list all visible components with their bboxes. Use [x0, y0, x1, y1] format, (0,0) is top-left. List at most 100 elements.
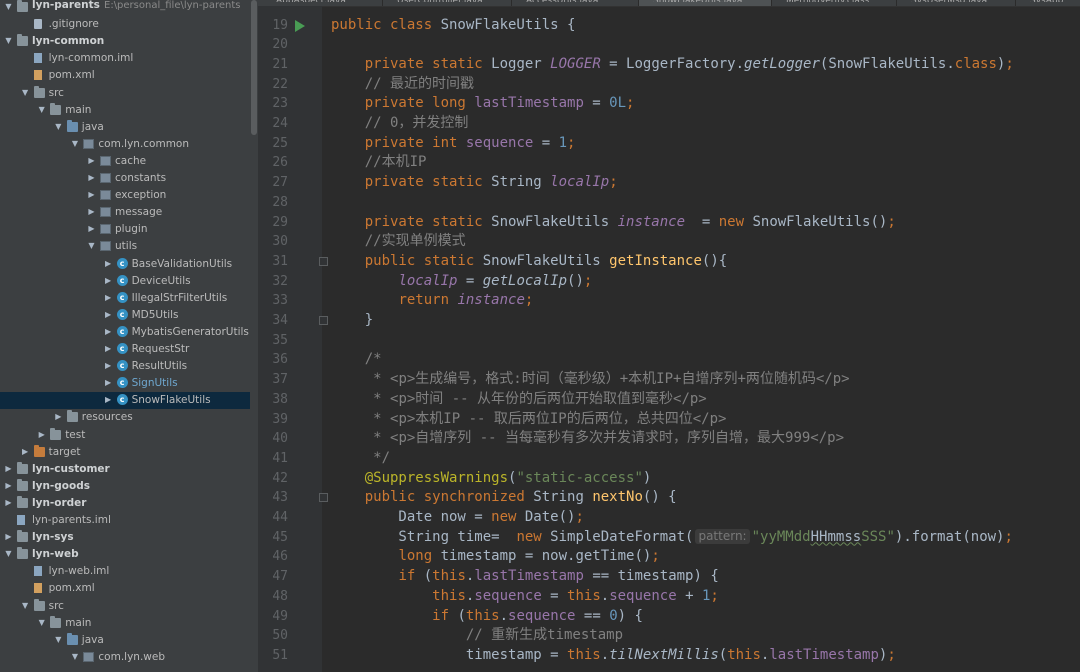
collapsed-arrow-icon[interactable]: ▶: [87, 172, 96, 184]
tree-item[interactable]: lyn-common.iml: [0, 50, 250, 67]
run-class-icon[interactable]: [295, 20, 305, 32]
folder-icon: [50, 427, 62, 440]
tree-scrollbar-thumb[interactable]: [251, 0, 257, 135]
class-icon: c: [116, 360, 128, 372]
tree-item[interactable]: lyn-parents.iml: [0, 512, 250, 529]
line-number: 35: [272, 332, 288, 348]
collapsed-arrow-icon[interactable]: ▶: [104, 258, 113, 270]
tree-item[interactable]: ▼ com.lyn.web: [0, 649, 250, 666]
expanded-arrow-icon[interactable]: ▼: [4, 1, 13, 13]
tree-item[interactable]: ▶ c IllegalStrFilterUtils: [0, 290, 250, 307]
code-token: */: [373, 449, 391, 466]
module-folder-icon: [17, 0, 28, 12]
tree-item[interactable]: ▶ target: [0, 444, 250, 461]
tree-scrollbar[interactable]: [250, 0, 258, 672]
collapsed-arrow-icon[interactable]: ▶: [104, 343, 113, 355]
tree-item[interactable]: ▼ lyn-common: [0, 33, 250, 50]
tree-item[interactable]: ▶ c MD5Utils: [0, 307, 250, 324]
expanded-arrow-icon[interactable]: ▼: [21, 87, 30, 99]
collapsed-arrow-icon[interactable]: ▶: [104, 326, 113, 338]
tree-item[interactable]: ▼ utils: [0, 238, 250, 255]
tree-item[interactable]: lyn-web.iml: [0, 563, 250, 580]
collapsed-arrow-icon[interactable]: ▶: [21, 446, 30, 458]
tree-item-label: lyn-sys: [32, 531, 74, 544]
code-line: */: [331, 449, 390, 469]
collapsed-arrow-icon[interactable]: ▶: [104, 377, 113, 389]
tree-item[interactable]: ▼ lyn-web: [0, 546, 250, 563]
tree-item[interactable]: ▶ c ResultUtils: [0, 358, 250, 375]
collapsed-arrow-icon[interactable]: ▶: [104, 292, 113, 304]
tree-item[interactable]: ▶ constants: [0, 170, 250, 187]
tree-item[interactable]: ▶ resources: [0, 409, 250, 426]
editor-tab-label: SysApp: [1016, 0, 1080, 2]
tree-item[interactable]: ▶ plugin: [0, 221, 250, 238]
collapsed-arrow-icon[interactable]: ▶: [4, 480, 13, 492]
tree-item[interactable]: ▶ lyn-goods: [0, 478, 250, 495]
expanded-arrow-icon[interactable]: ▼: [37, 104, 46, 116]
code-token: sequence: [508, 607, 576, 624]
collapsed-arrow-icon[interactable]: ▶: [104, 394, 113, 406]
line-number: 19: [272, 17, 288, 33]
tree-item[interactable]: ▶ lyn-order: [0, 495, 250, 512]
class-icon: c: [116, 377, 128, 389]
code-token: this: [432, 568, 466, 585]
collapsed-arrow-icon[interactable]: ▶: [104, 275, 113, 287]
tree-item[interactable]: ▶ c BaseValidationUtils: [0, 256, 250, 273]
collapsed-arrow-icon[interactable]: ▶: [104, 309, 113, 321]
tree-item[interactable]: ▶ lyn-customer: [0, 461, 250, 478]
fold-marker-icon[interactable]: [319, 256, 328, 266]
expanded-arrow-icon[interactable]: ▼: [21, 600, 30, 612]
tree-item[interactable]: ▼ main: [0, 102, 250, 119]
tree-item[interactable]: ▼ lyn-parents E:\personal_file\lyn-parents: [0, 0, 250, 16]
collapsed-arrow-icon[interactable]: ▶: [4, 497, 13, 509]
collapsed-arrow-icon[interactable]: ▶: [87, 223, 96, 235]
code-token: new: [516, 528, 551, 545]
fold-marker-icon[interactable]: [319, 316, 328, 325]
package-icon: [100, 190, 111, 201]
class-icon: c: [116, 274, 128, 286]
tree-item[interactable]: pom.xml: [0, 580, 250, 597]
collapsed-arrow-icon[interactable]: ▶: [54, 411, 63, 423]
collapsed-arrow-icon[interactable]: ▶: [87, 155, 96, 167]
tree-item[interactable]: ▶ c SignUtils: [0, 375, 250, 392]
expanded-arrow-icon[interactable]: ▼: [54, 121, 63, 133]
expanded-arrow-icon[interactable]: ▼: [70, 138, 79, 150]
tree-item[interactable]: ▼ src: [0, 85, 250, 102]
collapsed-arrow-icon[interactable]: ▶: [4, 463, 13, 475]
tree-item[interactable]: ▶ c RequestStr: [0, 341, 250, 358]
tree-item[interactable]: ▶ message: [0, 204, 250, 221]
collapsed-arrow-icon[interactable]: ▶: [4, 531, 13, 543]
collapsed-arrow-icon[interactable]: ▶: [104, 360, 113, 372]
expanded-arrow-icon[interactable]: ▼: [87, 240, 96, 252]
expanded-arrow-icon[interactable]: ▼: [54, 634, 63, 646]
tree-item[interactable]: ▶ cache: [0, 153, 250, 170]
tree-item[interactable]: ▶ test: [0, 427, 250, 444]
package-icon: [100, 224, 111, 235]
tree-item[interactable]: ▶ exception: [0, 187, 250, 204]
tree-item[interactable]: ▼ src: [0, 598, 250, 615]
tree-item[interactable]: ▼ com.lyn.common: [0, 136, 250, 153]
tree-item[interactable]: ▶ c MybatisGeneratorUtils: [0, 324, 250, 341]
collapsed-arrow-icon[interactable]: ▶: [87, 189, 96, 201]
expanded-arrow-icon[interactable]: ▼: [37, 617, 46, 629]
tree-item[interactable]: ▼ java: [0, 632, 250, 649]
expanded-arrow-icon[interactable]: ▼: [4, 35, 13, 47]
code-token: * <p>时间 -- 从年份的后两位开始取值到毫秒</p>: [373, 390, 707, 407]
line-number: 44: [272, 510, 288, 525]
tree-item[interactable]: ▶ lyn-sys: [0, 529, 250, 546]
code-area[interactable]: public class SnowFlakeUtils { private st…: [331, 6, 1080, 672]
tree-item[interactable]: .gitignore: [0, 16, 250, 33]
code-token: /*: [364, 351, 382, 368]
collapsed-arrow-icon[interactable]: ▶: [87, 206, 96, 218]
tree-item[interactable]: ▶ c SnowFlakeUtils: [0, 392, 250, 410]
tree-item[interactable]: ▼ java: [0, 119, 250, 136]
folder-icon: [66, 410, 78, 423]
class-icon: c: [116, 308, 128, 320]
expanded-arrow-icon[interactable]: ▼: [4, 548, 13, 560]
expanded-arrow-icon[interactable]: ▼: [70, 651, 79, 663]
tree-item[interactable]: ▶ c DeviceUtils: [0, 273, 250, 290]
collapsed-arrow-icon[interactable]: ▶: [37, 429, 46, 441]
tree-item[interactable]: ▼ main: [0, 615, 250, 632]
tree-item[interactable]: pom.xml: [0, 67, 250, 84]
fold-marker-icon[interactable]: [319, 493, 328, 503]
